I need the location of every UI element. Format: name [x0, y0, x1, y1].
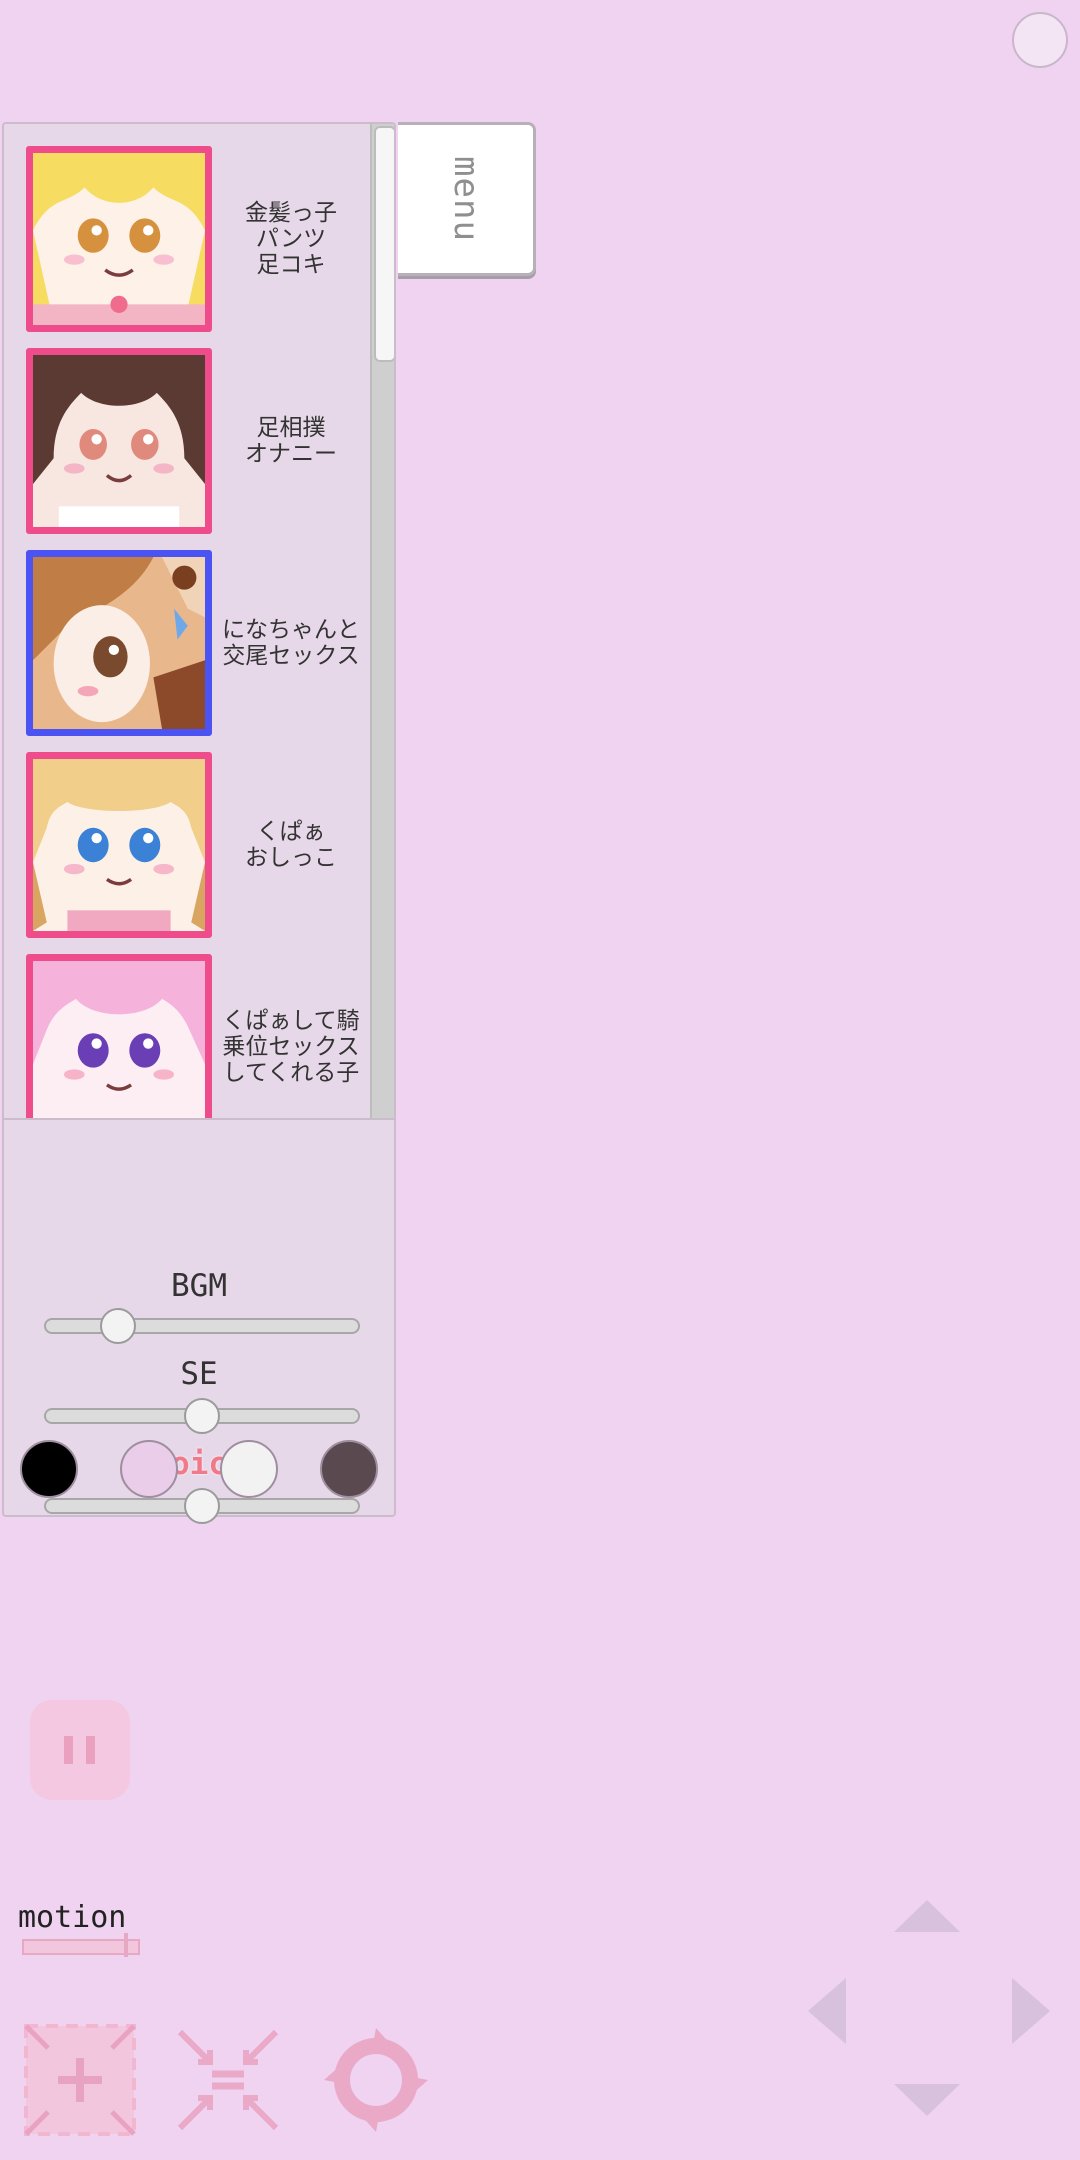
scrollbar-thumb[interactable] [374, 126, 394, 362]
bgm-slider-knob[interactable] [99, 1308, 136, 1344]
list-item-label: くぱぁして騎 乗位セックス してくれる子 [222, 1008, 360, 1086]
character-portrait[interactable] [26, 550, 212, 736]
arrow-up-icon[interactable] [892, 1898, 962, 1934]
se-slider-knob[interactable] [184, 1398, 220, 1434]
color-swatch-lavender[interactable] [120, 1440, 178, 1498]
list-scrollbar[interactable] [370, 124, 394, 1118]
list-item-label: 金髪っ子 パンツ 足コキ [245, 200, 337, 278]
list-item[interactable]: くぱぁ おしっこ [26, 752, 366, 938]
top-circle-button[interactable] [1012, 12, 1068, 68]
side-panel: 金髪っ子 パンツ 足コキ 足相撲 オナニー になちゃんと 交尾セックス くぱぁ … [2, 122, 396, 1524]
list-item-label: くぱぁ おしっこ [245, 819, 337, 871]
character-list[interactable]: 金髪っ子 パンツ 足コキ 足相撲 オナニー になちゃんと 交尾セックス くぱぁ … [4, 124, 394, 1118]
list-item[interactable]: くぱぁして騎 乗位セックス してくれる子 [26, 954, 366, 1118]
color-swatch-white[interactable] [220, 1440, 278, 1498]
character-portrait[interactable] [26, 954, 212, 1118]
motion-slider[interactable] [22, 1933, 140, 1957]
color-swatch-black[interactable] [20, 1440, 78, 1498]
zoom-in-icon[interactable] [20, 2020, 140, 2140]
list-item-label: になちゃんと 交尾セックス [222, 617, 360, 669]
bgm-label: BGM [171, 1268, 227, 1304]
character-portrait[interactable] [26, 752, 212, 938]
menu-tab[interactable]: menu [398, 122, 536, 276]
rotate-icon[interactable] [316, 2020, 436, 2140]
voice-slider[interactable] [44, 1488, 360, 1524]
character-portrait[interactable] [26, 348, 212, 534]
list-item[interactable]: 金髪っ子 パンツ 足コキ [26, 146, 366, 332]
se-slider[interactable] [44, 1398, 360, 1434]
zoom-out-icon[interactable] [168, 2020, 288, 2140]
pause-button[interactable] [30, 1700, 130, 1800]
bgm-slider[interactable] [44, 1308, 360, 1344]
character-portrait[interactable] [26, 146, 212, 332]
list-item[interactable]: になちゃんと 交尾セックス [26, 550, 366, 736]
arrow-right-icon[interactable] [1010, 1976, 1052, 2046]
voice-slider-knob[interactable] [184, 1488, 220, 1524]
arrow-left-icon[interactable] [806, 1976, 848, 2046]
list-item-label: 足相撲 オナニー [245, 415, 337, 467]
arrow-down-icon[interactable] [892, 2082, 962, 2118]
menu-tab-label: menu [445, 156, 486, 242]
se-label: SE [180, 1356, 218, 1392]
motion-label: motion [18, 1900, 127, 1935]
list-item[interactable]: 足相撲 オナニー [26, 348, 366, 534]
color-swatch-brown[interactable] [320, 1440, 378, 1498]
